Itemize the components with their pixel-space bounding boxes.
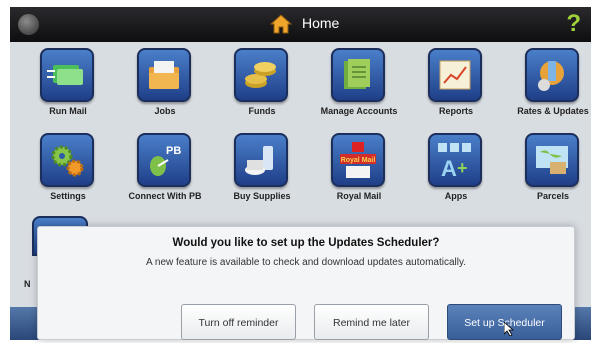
tile-label: Jobs [154, 106, 176, 116]
tile-label: Manage Accounts [320, 106, 398, 116]
tile-rates-updates[interactable]: Rates & Updates [507, 48, 591, 128]
remind-me-later-button[interactable]: Remind me later [314, 304, 429, 340]
tile-reports[interactable]: Reports [410, 48, 502, 128]
tile-label: Buy Supplies [233, 191, 291, 201]
tile-label: Run Mail [49, 106, 87, 116]
tile-parcels[interactable]: Parcels [507, 133, 591, 213]
tile-label: Royal Mail [336, 191, 382, 201]
royal-mail-icon: Royal Mail [331, 133, 385, 187]
tile-label: Parcels [536, 191, 570, 201]
pb-logo-text: PB [166, 145, 181, 157]
dialog-message: A new feature is available to check and … [145, 257, 466, 268]
royal-mail-logo-text: Royal Mail [341, 157, 376, 164]
tile-label: Reports [438, 106, 473, 116]
run-mail-icon [40, 48, 94, 102]
help-icon[interactable]: ? [566, 10, 581, 38]
svg-text:A: A [441, 156, 457, 180]
apps-icon: A + [428, 133, 482, 187]
funds-icon [234, 48, 288, 102]
tile-jobs[interactable]: Jobs [119, 48, 211, 128]
tile-label: Funds [248, 106, 276, 116]
home-icon[interactable] [270, 14, 292, 34]
settings-icon [40, 133, 94, 187]
partial-tile-label: N [24, 279, 31, 289]
buy-supplies-icon [234, 133, 288, 187]
turn-off-reminder-button[interactable]: Turn off reminder [181, 304, 296, 340]
tile-apps[interactable]: A + Apps [410, 133, 502, 213]
connect-pb-icon: PB [137, 133, 191, 187]
tile-manage-accounts[interactable]: Manage Accounts [313, 48, 405, 128]
reports-icon [428, 48, 482, 102]
tile-label: Connect With PB [128, 191, 202, 201]
tile-connect-pb[interactable]: PB Connect With PB [119, 133, 211, 213]
dialog-title: Would you like to set up the Updates Sch… [172, 237, 440, 249]
mouse-cursor-icon [504, 322, 514, 336]
tile-funds[interactable]: Funds [216, 48, 308, 128]
updates-scheduler-dialog: Would you like to set up the Updates Sch… [37, 226, 575, 340]
tile-label: Settings [50, 191, 86, 201]
tile-label: Rates & Updates [517, 106, 589, 116]
rates-updates-icon [525, 48, 579, 102]
page-title: Home [302, 15, 340, 31]
parcels-icon [525, 133, 579, 187]
jobs-icon [137, 48, 191, 102]
svg-text:+: + [457, 158, 468, 178]
tile-royal-mail[interactable]: Royal Mail Royal Mail [313, 133, 405, 213]
manage-accounts-icon [331, 48, 385, 102]
title-bar: Home ? [10, 7, 591, 42]
power-icon[interactable] [18, 14, 39, 35]
tile-buy-supplies[interactable]: Buy Supplies [216, 133, 308, 213]
tile-settings[interactable]: Settings [22, 133, 114, 213]
tile-label: Apps [444, 191, 468, 201]
tile-run-mail[interactable]: Run Mail [22, 48, 114, 128]
